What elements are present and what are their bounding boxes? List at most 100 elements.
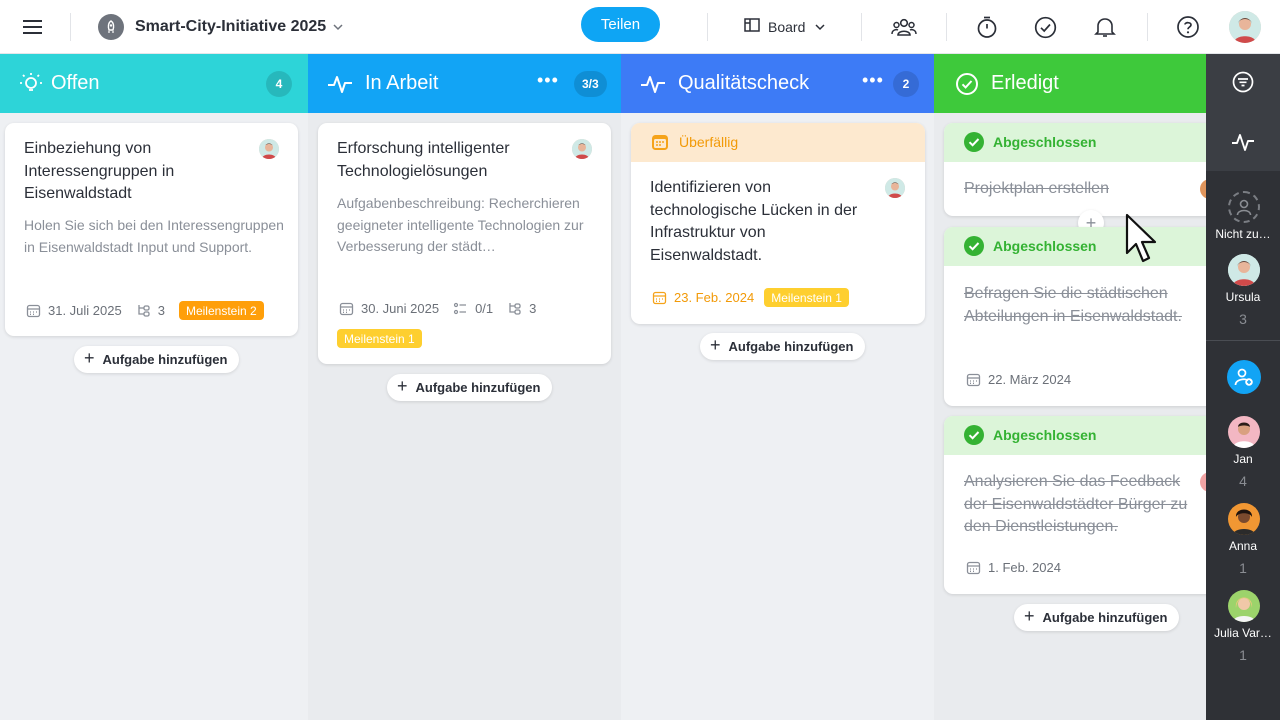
member-avatar-anna[interactable] bbox=[1228, 503, 1260, 535]
due-date: 1. Feb. 2024 bbox=[988, 560, 1061, 575]
due-date: 23. Feb. 2024 bbox=[674, 290, 755, 305]
sidebar-tools bbox=[1206, 54, 1280, 171]
column-title: Qualitätscheck bbox=[678, 72, 810, 94]
member-avatar-ursula[interactable] bbox=[1228, 254, 1260, 286]
bell-icon[interactable] bbox=[1094, 0, 1116, 54]
member-sidebar: Nicht zu… Ursula 3 Jan 4 Anna 1 Julia Va… bbox=[1206, 54, 1280, 720]
task-card[interactable]: Abgeschlossen Analysieren Sie das Feedba… bbox=[944, 416, 1206, 594]
add-task-label: Aufgabe hinzufügen bbox=[415, 380, 541, 395]
card-meta: 23. Feb. 2024 Meilenstein 1 bbox=[652, 288, 849, 307]
view-label: Board bbox=[768, 19, 806, 35]
card-title: Einbeziehung von Interessengruppen in Ei… bbox=[24, 140, 175, 202]
status-label: Abgeschlossen bbox=[993, 238, 1097, 254]
activity-icon[interactable] bbox=[1231, 131, 1255, 158]
task-card[interactable]: Abgeschlossen Projektplan erstellen bbox=[944, 123, 1206, 216]
column-title: In Arbeit bbox=[365, 72, 439, 94]
assignee-avatar[interactable] bbox=[572, 139, 592, 159]
filter-icon[interactable] bbox=[1232, 71, 1254, 98]
member-name: Julia Var… bbox=[1214, 626, 1272, 640]
share-button[interactable]: Teilen bbox=[581, 7, 660, 42]
lightbulb-icon bbox=[20, 73, 42, 91]
milestone-badge[interactable]: Meilenstein 2 bbox=[178, 301, 264, 320]
column-header: Qualitätscheck ••• 2 bbox=[621, 54, 934, 113]
card-meta: 1. Feb. 2024 bbox=[966, 560, 1061, 575]
card-tags: Meilenstein 1 bbox=[337, 329, 422, 348]
more-icon[interactable]: ••• bbox=[537, 70, 559, 91]
member-task-count: 3 bbox=[1239, 311, 1247, 327]
overdue-banner: Überfällig bbox=[631, 123, 925, 162]
check-circle-icon[interactable] bbox=[1034, 0, 1057, 54]
assignee-avatar[interactable] bbox=[885, 178, 905, 198]
help-icon[interactable] bbox=[1176, 0, 1200, 54]
member-avatar-julia[interactable] bbox=[1228, 590, 1260, 622]
unassigned-avatar[interactable] bbox=[1228, 191, 1260, 223]
add-task-label: Aufgabe hinzufügen bbox=[728, 339, 854, 354]
plus-icon: + bbox=[710, 335, 721, 355]
menu-icon[interactable] bbox=[22, 0, 44, 54]
user-avatar[interactable] bbox=[1229, 0, 1261, 54]
more-icon[interactable]: ••• bbox=[862, 70, 884, 91]
card-title: Erforschung intelligenter Technologielös… bbox=[337, 140, 510, 180]
check-circle-icon bbox=[964, 236, 984, 256]
due-date: 31. Juli 2025 bbox=[48, 303, 122, 318]
due-date: 22. März 2024 bbox=[988, 372, 1072, 387]
user-icon bbox=[1236, 199, 1252, 216]
card-title: Befragen Sie die städtischen Abteilungen… bbox=[964, 285, 1182, 325]
member-name: Jan bbox=[1233, 452, 1253, 466]
project-title: Smart-City-Initiative 2025 bbox=[135, 18, 327, 35]
column-erledigt: Erledigt Abgeschlossen Projektplan erste… bbox=[934, 54, 1206, 720]
timer-icon[interactable] bbox=[976, 0, 998, 54]
add-task-label: Aufgabe hinzufügen bbox=[1042, 610, 1168, 625]
activity-icon bbox=[328, 76, 352, 93]
calendar-icon bbox=[966, 561, 981, 575]
add-task-button[interactable]: + Aufgabe hinzufügen bbox=[700, 333, 866, 360]
view-switcher[interactable]: Board bbox=[744, 0, 825, 54]
card-description: Aufgabenbeschreibung: Recherchieren geei… bbox=[337, 195, 584, 254]
card-title: Analysieren Sie das Feedback der Eisenwa… bbox=[964, 473, 1188, 535]
column-count: 4 bbox=[266, 71, 292, 97]
add-task-label: Aufgabe hinzufügen bbox=[102, 352, 228, 367]
check-circle-icon bbox=[964, 132, 984, 152]
check-circle-icon bbox=[956, 73, 978, 95]
status-label: Überfällig bbox=[679, 134, 739, 150]
mouse-cursor-icon bbox=[1125, 213, 1157, 263]
checklist-icon bbox=[453, 302, 467, 315]
subtask-icon bbox=[509, 303, 521, 315]
member-avatar-jan[interactable] bbox=[1228, 416, 1260, 448]
top-bar: Smart-City-Initiative 2025 Teilen Board bbox=[0, 0, 1280, 54]
card-title: Projektplan erstellen bbox=[964, 180, 1109, 197]
task-card[interactable]: Einbeziehung von Interessengruppen in Ei… bbox=[5, 123, 298, 336]
column-count: 3/3 bbox=[574, 71, 607, 97]
plus-icon: + bbox=[1024, 606, 1035, 626]
task-card[interactable]: Überfällig Identifizieren von technologi… bbox=[631, 123, 925, 324]
subtask-icon bbox=[138, 305, 150, 317]
chevron-down-icon bbox=[815, 18, 825, 36]
milestone-badge[interactable]: Meilenstein 1 bbox=[337, 329, 422, 348]
task-card[interactable]: Erforschung intelligenter Technologielös… bbox=[318, 123, 611, 364]
add-member-button[interactable] bbox=[1227, 360, 1261, 394]
column-in-arbeit: In Arbeit ••• 3/3 Erforschung intelligen… bbox=[308, 54, 621, 720]
completed-banner: Abgeschlossen bbox=[944, 123, 1206, 162]
add-task-button[interactable]: + Aufgabe hinzufügen bbox=[74, 346, 240, 373]
task-card[interactable]: Abgeschlossen Befragen Sie die städtisch… bbox=[944, 227, 1206, 406]
team-icon[interactable] bbox=[891, 0, 917, 54]
add-task-button[interactable]: + Aufgabe hinzufügen bbox=[387, 374, 553, 401]
column-count: 2 bbox=[893, 71, 919, 97]
completed-banner: Abgeschlossen bbox=[944, 227, 1206, 266]
chevron-down-icon bbox=[333, 18, 343, 36]
project-selector[interactable]: Smart-City-Initiative 2025 bbox=[98, 0, 343, 54]
board-icon bbox=[744, 17, 760, 37]
milestone-badge[interactable]: Meilenstein 1 bbox=[764, 288, 849, 307]
calendar-icon bbox=[966, 373, 981, 387]
add-user-icon bbox=[1234, 368, 1253, 386]
completed-banner: Abgeschlossen bbox=[944, 416, 1206, 455]
member-name: Anna bbox=[1228, 539, 1258, 553]
add-task-button[interactable]: + Aufgabe hinzufügen bbox=[1014, 604, 1180, 631]
assignee-avatar[interactable] bbox=[259, 139, 279, 159]
card-description: Holen Sie sich bei den Interessengruppen… bbox=[24, 217, 284, 255]
member-task-count: 1 bbox=[1239, 560, 1247, 576]
column-header: Offen 4 bbox=[0, 54, 308, 113]
subtask-count: 3 bbox=[157, 303, 165, 318]
calendar-icon bbox=[652, 291, 667, 305]
subtask-count: 3 bbox=[529, 301, 537, 316]
